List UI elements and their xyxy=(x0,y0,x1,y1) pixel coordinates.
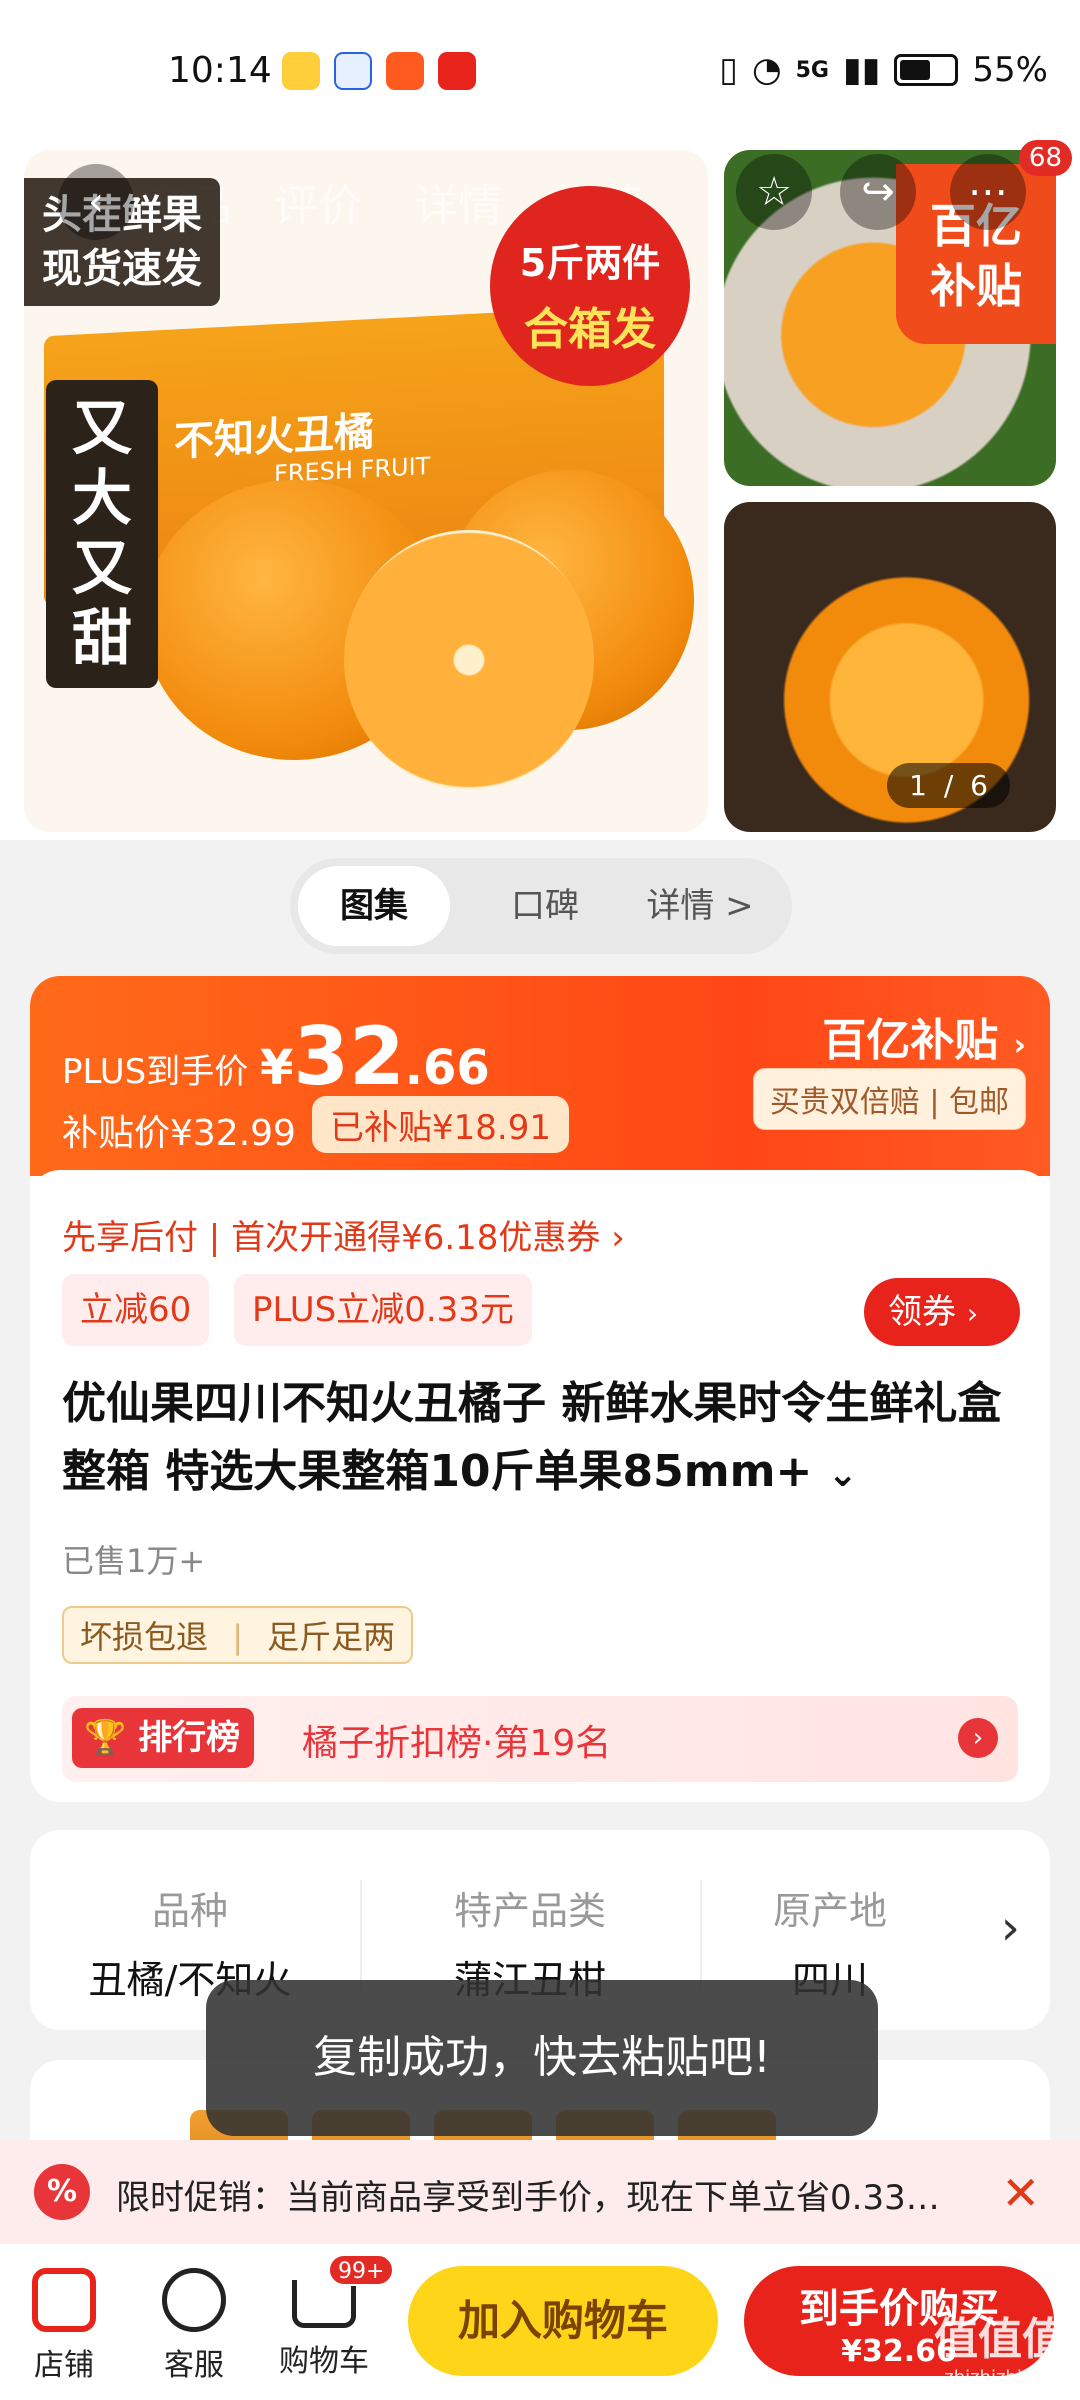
sold-count: 已售1万+ xyxy=(62,1542,206,1580)
expand-icon: ⌄ xyxy=(827,1454,858,1495)
battery-icon xyxy=(894,54,959,86)
counter-current: 1 xyxy=(909,769,927,802)
attr-key: 品种 xyxy=(151,1889,228,1933)
media-segment: 图集 口碑 详情 > xyxy=(290,858,792,954)
price-int: 32 xyxy=(293,1010,405,1103)
percent-icon: % xyxy=(34,2164,90,2220)
bottom-bar: 店铺 客服 99+ 购物车 加入购物车 到手价购买 ¥32.66 值值值 zhi… xyxy=(0,2244,1080,2400)
store-label: 店铺 xyxy=(34,2348,94,2383)
battery-percent: 55% xyxy=(972,50,1048,90)
counter-sep: / xyxy=(943,769,954,802)
price-value: ¥32.66 xyxy=(260,1010,490,1103)
subsidy-price: 补贴价¥32.99 xyxy=(62,1113,296,1154)
status-bar: 10:14 ▯ ◔ 5G ▮▮ 55% xyxy=(0,0,1080,140)
ranking-row[interactable]: 🏆 排行榜 橘子折扣榜·第19名 › xyxy=(62,1696,1018,1782)
notification-badge: 68 xyxy=(1018,140,1072,176)
baidu-icon xyxy=(334,52,372,90)
chevron-right-icon: › xyxy=(958,1718,998,1758)
store-button[interactable]: 店铺 xyxy=(4,2268,124,2384)
app-icon xyxy=(386,52,424,90)
promo-banner[interactable]: % 限时促销：当前商品享受到手价，现在下单立省0.33… ✕ xyxy=(0,2140,1080,2244)
tab-details[interactable]: 详情 xyxy=(414,170,502,234)
main-product-image[interactable]: 不知火丑橘 FRESH FRUIT 商品 评价 详情 推荐 头茬鲜果 现货速发 … xyxy=(24,150,708,832)
subsidized-amount: 已补贴¥18.91 xyxy=(312,1096,569,1153)
store-icon xyxy=(32,2268,96,2332)
sweet-tag: 又大又甜 xyxy=(46,380,158,688)
copy-toast: 复制成功，快去粘贴吧! xyxy=(206,1980,878,2136)
cart-icon xyxy=(292,2280,356,2328)
product-title-text: 优仙果四川不知火丑橘子 新鲜水果时令生鲜礼盒整箱 特选大果整箱10斤单果85mm… xyxy=(62,1378,1002,1497)
credit-link[interactable]: 先享后付 | 首次开通得¥6.18优惠券 › xyxy=(62,1210,625,1259)
chevron-right-icon[interactable]: › xyxy=(1001,1900,1020,1956)
plus-label: PLUS到手价 xyxy=(62,1052,249,1092)
orange-half xyxy=(344,530,594,790)
attr-key: 特产品类 xyxy=(453,1889,606,1933)
customer-service-button[interactable]: 客服 xyxy=(134,2268,254,2384)
sweet-tag-text: 又大又甜 xyxy=(72,394,132,674)
chevron-right-icon: › xyxy=(1013,1028,1026,1063)
image-counter: 1 / 6 xyxy=(887,763,1010,808)
more-icon[interactable]: ⋯ xyxy=(950,154,1026,230)
service-tag-2: 足斤足两 xyxy=(267,1618,396,1656)
price-dec: .66 xyxy=(404,1040,490,1096)
price-band: PLUS到手价 ¥32.66 补贴价¥32.99 已补贴¥18.91 百亿补贴 … xyxy=(30,976,1050,1176)
close-icon[interactable]: ✕ xyxy=(1001,2166,1040,2220)
favorite-star-icon[interactable]: ☆ xyxy=(736,154,812,230)
price-card: PLUS到手价 ¥32.66 补贴价¥32.99 已补贴¥18.91 百亿补贴 … xyxy=(30,976,1050,1802)
yi-subsidy-link[interactable]: 百亿补贴 › xyxy=(822,1004,1026,1068)
chevron-right-icon: › xyxy=(966,1297,979,1330)
seg-details[interactable]: 详情 > xyxy=(620,866,780,946)
add-to-cart-button[interactable]: 加入购物车 xyxy=(408,2266,718,2376)
side-image-2[interactable]: 1 / 6 xyxy=(724,502,1056,832)
guarantee-tag: 买贵双倍赔 | 包邮 xyxy=(752,1068,1026,1130)
watermark-sub: zhizhizhi.com xyxy=(944,2367,1066,2388)
signal-bars-icon: ▮▮ xyxy=(843,50,881,90)
watermark-main: 值值值 xyxy=(934,2314,1066,2365)
attr-key: 原产地 xyxy=(772,1889,887,1933)
yi-subsidy-title: 百亿补贴 xyxy=(822,1015,999,1066)
bundle-badge-line2: 合箱发 xyxy=(524,304,656,355)
seg-reviews[interactable]: 口碑 xyxy=(470,866,620,946)
cart-button[interactable]: 99+ 购物车 xyxy=(264,2254,395,2380)
trophy-icon: 🏆 xyxy=(84,1718,127,1758)
tag-divider: | xyxy=(232,1618,243,1656)
service-tag-1: 坏损包退 xyxy=(80,1618,209,1656)
divider xyxy=(360,1880,362,1990)
bundle-badge: 5斤两件 合箱发 xyxy=(490,186,690,386)
tab-reviews[interactable]: 评价 xyxy=(274,170,362,234)
service-icon xyxy=(162,2268,226,2332)
get-coupon-button[interactable]: 领券 › xyxy=(864,1278,1020,1346)
ranking-tag-label: 排行榜 xyxy=(138,1718,241,1758)
seg-gallery[interactable]: 图集 xyxy=(298,866,450,946)
cart-badge: 99+ xyxy=(328,2254,395,2286)
service-label: 客服 xyxy=(164,2348,224,2383)
image-gallery[interactable]: 不知火丑橘 FRESH FRUIT 商品 评价 详情 推荐 头茬鲜果 现货速发 … xyxy=(0,140,1080,840)
bundle-badge-line1: 5斤两件 xyxy=(519,241,661,285)
watermark: 值值值 zhizhizhi.com xyxy=(934,2303,1066,2388)
plus-discount-chip: PLUS立减0.33元 xyxy=(234,1274,532,1346)
vibrate-icon: ▯ xyxy=(719,50,738,90)
ranking-tag: 🏆 排行榜 xyxy=(72,1708,255,1768)
weibo-icon xyxy=(282,52,320,90)
signal-5g-icon: 5G xyxy=(795,57,829,83)
price-currency: ¥ xyxy=(260,1040,294,1096)
product-title[interactable]: 优仙果四川不知火丑橘子 新鲜水果时令生鲜礼盒整箱 特选大果整箱10斤单果85mm… xyxy=(62,1370,1022,1509)
ranking-text: 橘子折扣榜·第19名 xyxy=(302,1723,612,1764)
share-icon[interactable]: ↪ xyxy=(840,154,916,230)
discount-chip: 立减60 xyxy=(62,1274,210,1346)
service-tags[interactable]: 坏损包退 | 足斤足两 xyxy=(62,1606,414,1664)
wifi-icon: ◔ xyxy=(751,50,782,90)
status-right: ▯ ◔ 5G ▮▮ 55% xyxy=(719,50,1048,90)
promo-text: 限时促销：当前商品享受到手价，现在下单立省0.33… xyxy=(116,2178,940,2218)
jd-icon xyxy=(438,52,476,90)
back-button[interactable]: ‹ xyxy=(58,164,134,240)
fresh-tag-line2: 现货速发 xyxy=(42,246,202,292)
status-time: 10:14 xyxy=(168,50,272,91)
counter-total: 6 xyxy=(970,769,988,802)
cart-label: 购物车 xyxy=(279,2344,369,2379)
coupon-label: 领券 xyxy=(888,1292,956,1332)
